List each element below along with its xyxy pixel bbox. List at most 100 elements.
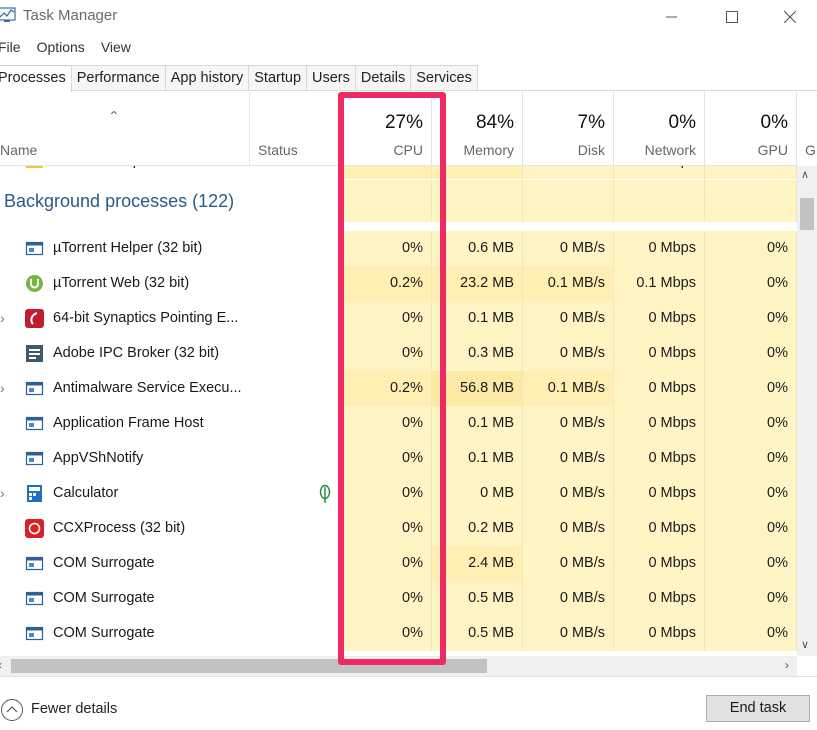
scroll-up-arrow-icon[interactable]: ∧ bbox=[801, 168, 809, 181]
memory-cell: 0.2 MB bbox=[432, 511, 523, 546]
disk-cell: 0 MB/s bbox=[523, 301, 614, 336]
title-bar: Task Manager bbox=[0, 0, 817, 33]
menu-view[interactable]: View bbox=[101, 36, 131, 58]
disk-cell: 0 MB/s bbox=[523, 476, 614, 511]
process-name: 64-bit Synaptics Pointing E... bbox=[53, 310, 239, 326]
network-cell: 0 Mbps bbox=[614, 301, 705, 336]
cpu-cell: 0% bbox=[340, 476, 432, 511]
column-label-cpu: CPU bbox=[393, 142, 423, 158]
column-label-memory: Memory bbox=[463, 142, 514, 158]
memory-total-percent: 84% bbox=[475, 112, 514, 133]
table-row[interactable]: 0% 0.5 MB 0 MB/s 0 Mbps 0% COM Surrogate bbox=[0, 581, 797, 616]
group-gpu-cell bbox=[705, 180, 797, 222]
end-task-button[interactable]: End task bbox=[706, 695, 810, 722]
scroll-down-arrow-icon[interactable]: ∨ bbox=[801, 638, 809, 651]
tab-performance[interactable]: Performance bbox=[70, 65, 166, 90]
column-header-gpu[interactable]: 0% GPU bbox=[705, 92, 797, 165]
tab-app-history[interactable]: App history bbox=[164, 65, 250, 90]
cpu-cell: 0.7% bbox=[340, 166, 432, 179]
close-button[interactable] bbox=[761, 0, 817, 33]
network-cell: 0 Mbps bbox=[614, 476, 705, 511]
tab-details[interactable]: Details bbox=[354, 65, 412, 90]
table-row[interactable]: 0% 0.2 MB 0 MB/s 0 Mbps 0% CCXProcess (32 bit… bbox=[0, 511, 797, 546]
memory-cell: 0.5 MB bbox=[432, 581, 523, 616]
table-row[interactable]: 0.2% 23.2 MB 0.1 MB/s 0.1 Mbps 0% µTorrent We… bbox=[0, 266, 797, 301]
column-header-status[interactable]: Status bbox=[250, 92, 340, 165]
column-label-gpu-engine: G bbox=[805, 142, 816, 158]
chevron-right-icon[interactable]: › bbox=[0, 301, 5, 336]
network-cell: 0 Mbps bbox=[614, 581, 705, 616]
tab-users[interactable]: Users bbox=[306, 65, 356, 90]
table-row[interactable]: 0% 0 MB 0 MB/s 0 Mbps 0% › Calculator bbox=[0, 476, 797, 511]
gpu-cell: 0% bbox=[705, 231, 797, 266]
scroll-left-arrow-icon[interactable]: ‹ bbox=[0, 658, 2, 672]
gpu-cell: 0% bbox=[705, 406, 797, 441]
adobe-cc-icon bbox=[25, 519, 44, 538]
chevron-up-circle-icon[interactable] bbox=[1, 699, 23, 721]
gpu-cell: 0% bbox=[705, 336, 797, 371]
table-row[interactable]: 0% 0.1 MB 0 MB/s 0 Mbps 0% AppVShNotify bbox=[0, 441, 797, 476]
column-header-name[interactable]: ⌃ Name bbox=[0, 92, 250, 165]
network-cell: 0 Mbps bbox=[614, 616, 705, 651]
column-label-gpu: GPU bbox=[757, 142, 788, 158]
network-cell: 0 Mbps bbox=[614, 546, 705, 581]
task-manager-icon bbox=[0, 7, 16, 22]
tab-startup[interactable]: Startup bbox=[248, 65, 308, 90]
group-network-cell bbox=[614, 180, 705, 222]
table-row[interactable]: 0% 0.1 MB 0 MB/s 0 Mbps 0% › 64-bit Synaptics … bbox=[0, 301, 797, 336]
table-row[interactable]: 0% 0.6 MB 0 MB/s 0 Mbps 0% µTorrent Helper (3… bbox=[0, 231, 797, 266]
disk-cell: 0.1 MB/s bbox=[523, 266, 614, 301]
chevron-right-icon[interactable]: › bbox=[0, 476, 5, 511]
tab-processes[interactable]: Processes bbox=[0, 65, 72, 92]
column-header-network[interactable]: 0% Network bbox=[614, 92, 705, 165]
gpu-cell: 0% bbox=[705, 546, 797, 581]
scroll-right-arrow-icon[interactable]: › bbox=[785, 658, 789, 672]
process-name: µTorrent Web (32 bit) bbox=[53, 275, 190, 291]
horizontal-scroll-thumb[interactable] bbox=[11, 659, 487, 673]
column-label-status: Status bbox=[258, 142, 298, 158]
memory-cell: 0.5 MB bbox=[432, 616, 523, 651]
table-row[interactable]: 0% 0.3 MB 0 MB/s 0 Mbps 0% Adobe IPC Broker (… bbox=[0, 336, 797, 371]
minimize-button[interactable] bbox=[643, 0, 701, 33]
sort-ascending-icon: ⌃ bbox=[108, 108, 120, 124]
table-row[interactable]: › Windows Explorer 0.7% 13.1 MB 0 MB/s 0… bbox=[0, 166, 797, 179]
table-row[interactable]: 0.2% 56.8 MB 0.1 MB/s 0 Mbps 0% › Antimalware … bbox=[0, 371, 797, 406]
process-name: COM Surrogate bbox=[53, 590, 155, 606]
tab-services[interactable]: Services bbox=[410, 65, 478, 90]
maximize-button[interactable] bbox=[703, 0, 761, 33]
column-header-gpu-engine[interactable]: G bbox=[797, 92, 817, 165]
network-total-percent: 0% bbox=[668, 112, 696, 133]
column-header-disk[interactable]: 7% Disk bbox=[523, 92, 614, 165]
table-row[interactable]: 0% 2.4 MB 0 MB/s 0 Mbps 0% COM Surrogate bbox=[0, 546, 797, 581]
fewer-details-link[interactable]: Fewer details bbox=[31, 701, 117, 717]
process-name: µTorrent Helper (32 bit) bbox=[53, 240, 203, 256]
table-row[interactable]: 0% 0.1 MB 0 MB/s 0 Mbps 0% Application Frame … bbox=[0, 406, 797, 441]
synaptics-icon bbox=[25, 309, 44, 328]
memory-cell: 0.1 MB bbox=[432, 406, 523, 441]
column-header-cpu[interactable]: 27% CPU bbox=[340, 92, 432, 165]
gpu-cell: 0% bbox=[705, 266, 797, 301]
cpu-cell: 0% bbox=[340, 231, 432, 266]
column-header-memory[interactable]: 84% Memory bbox=[432, 92, 523, 165]
cpu-cell: 0% bbox=[340, 581, 432, 616]
chevron-right-icon[interactable]: › bbox=[0, 371, 5, 406]
group-header[interactable]: Background processes (122) bbox=[0, 180, 797, 222]
vertical-scroll-thumb[interactable] bbox=[800, 198, 814, 230]
cpu-cell: 0% bbox=[340, 616, 432, 651]
gpu-cell: 0% bbox=[705, 511, 797, 546]
network-cell: 0 Mbps bbox=[614, 371, 705, 406]
vertical-scrollbar[interactable]: ∧ ∨ bbox=[797, 166, 817, 656]
horizontal-scrollbar[interactable]: ‹ › bbox=[0, 656, 797, 676]
cpu-cell: 0.2% bbox=[340, 371, 432, 406]
table-row[interactable]: 0% 0.5 MB 0 MB/s 0 Mbps 0% COM Surrogate bbox=[0, 616, 797, 651]
group-cpu-cell bbox=[340, 180, 432, 222]
network-cell: 0 Mbps bbox=[614, 441, 705, 476]
chevron-right-icon[interactable]: › bbox=[0, 166, 5, 179]
generic-app-icon bbox=[25, 449, 44, 468]
memory-cell: 23.2 MB bbox=[432, 266, 523, 301]
menu-options[interactable]: Options bbox=[37, 36, 85, 58]
network-cell: 0.1 Mbps bbox=[614, 266, 705, 301]
memory-cell: 0.1 MB bbox=[432, 441, 523, 476]
menu-file[interactable]: File bbox=[0, 36, 21, 58]
folder-icon bbox=[26, 166, 43, 168]
